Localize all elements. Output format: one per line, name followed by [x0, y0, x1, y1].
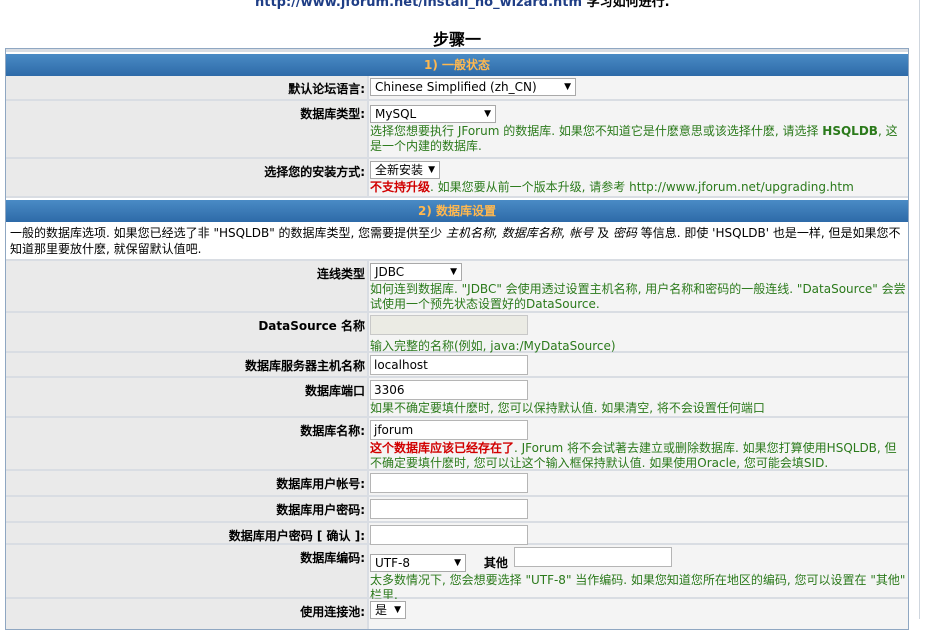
- db-name-help: 这个数据库应该已经存在了. JForum 将不会试著去建立或删除数据库. 如果您…: [370, 441, 908, 471]
- db-user-label: 数据库用户帐号:: [6, 471, 367, 495]
- row-language: 默认论坛语言: Chinese Simplified (zh_CN) ▼: [6, 76, 908, 99]
- connection-pool-cell: 是 ▼: [369, 599, 908, 629]
- chevron-down-icon: ▼: [450, 267, 457, 277]
- datasource-name-cell: 输入完整的名称(例如, java:/MyDataSource): [369, 313, 908, 353]
- install-method-cell: 全新安装 ▼ 不支持升级. 如果您要从前一个版本升级, 请参考 http://ww…: [369, 159, 908, 196]
- database-desc-password: 密码: [612, 226, 637, 240]
- db-host-cell: localhost: [369, 353, 908, 376]
- connection-pool-label: 使用连接池:: [6, 599, 367, 629]
- section-header-database: 2) 数据库设置: [6, 198, 908, 222]
- db-type-cell: MySQL ▼ 选择您想要执行 JForum 的数据库. 如果您不知道它是什麽意思…: [369, 101, 908, 157]
- db-host-input[interactable]: localhost: [370, 355, 528, 375]
- install-method-help: 不支持升级. 如果您要从前一个版本升级, 请参考 http://www.jfor…: [370, 180, 908, 195]
- section-header-general: 1) 一般状态: [6, 52, 908, 76]
- db-name-input[interactable]: jforum: [370, 420, 528, 440]
- db-encoding-select-value: UTF-8: [375, 556, 410, 570]
- db-type-help-text: 选择您想要执行 JForum 的数据库. 如果您不知道它是什麽意思或该选择什麽,…: [370, 124, 823, 138]
- row-db-type: 数据库类型: MySQL ▼ 选择您想要执行 JForum 的数据库. 如果您不知…: [6, 101, 908, 157]
- install-method-help-text: . 如果您要从前一个版本升级, 请参考: [430, 180, 630, 194]
- install-method-label: 选择您的安装方式:: [6, 159, 367, 196]
- db-type-help: 选择您想要执行 JForum 的数据库. 如果您不知道它是什麽意思或该选择什麽,…: [370, 124, 908, 154]
- db-password-confirm-input[interactable]: [370, 525, 528, 545]
- chevron-down-icon: ▼: [484, 109, 491, 119]
- db-name-cell: jforum 这个数据库应该已经存在了. JForum 将不会试著去建立或删除数…: [369, 418, 908, 471]
- connection-pool-select-value: 是: [375, 603, 388, 617]
- chevron-down-icon: ▼: [454, 558, 461, 568]
- db-type-help-hsqldb: HSQLDB: [822, 124, 878, 138]
- db-user-input[interactable]: [370, 473, 528, 493]
- db-host-label: 数据库服务器主机名称: [6, 353, 367, 376]
- db-encoding-other-input[interactable]: [513, 547, 672, 567]
- db-encoding-select[interactable]: UTF-8 ▼: [370, 554, 466, 572]
- db-type-label: 数据库类型:: [6, 101, 367, 157]
- install-doc-link-tail: 学习如何进行.: [586, 0, 670, 10]
- row-db-password: 数据库用户密码:: [6, 497, 908, 521]
- database-desc-text: 一般的数据库选项. 如果您已经选了非 "HSQLDB" 的数据库类型, 您需要提…: [10, 226, 446, 240]
- db-port-cell: 3306 如果不确定要填什麽时, 您可以保持默认值. 如果清空, 将不会设置任何…: [369, 378, 908, 416]
- db-name-warning: 这个数据库应该已经存在了: [370, 441, 515, 455]
- row-db-port: 数据库端口 3306 如果不确定要填什麽时, 您可以保持默认值. 如果清空, 将…: [6, 378, 908, 416]
- row-db-name: 数据库名称: jforum 这个数据库应该已经存在了. JForum 将不会试著…: [6, 418, 908, 471]
- page-right-border: [919, 0, 920, 619]
- db-password-label: 数据库用户密码:: [6, 497, 367, 521]
- datasource-name-label: DataSource 名称: [6, 313, 367, 351]
- row-datasource-name: DataSource 名称 输入完整的名称(例如, java:/MyDataSo…: [6, 313, 908, 353]
- section-header-database-title: 2) 数据库设置: [417, 204, 496, 218]
- datasource-name-input[interactable]: [370, 315, 528, 335]
- language-select-value: Chinese Simplified (zh_CN): [375, 80, 537, 94]
- database-desc-fields: 主机名称, 数据库名称, 帐号: [446, 226, 594, 240]
- db-encoding-other-label: 其他: [483, 556, 508, 570]
- db-password-input[interactable]: [370, 499, 528, 519]
- install-doc-link[interactable]: http://www.jforum.net/install_no_wizard.…: [255, 0, 582, 10]
- db-name-label: 数据库名称:: [6, 418, 367, 469]
- section-header-general-title: 1) 一般状态: [423, 58, 490, 72]
- db-type-select-value: MySQL: [375, 107, 417, 121]
- install-method-select[interactable]: 全新安装 ▼: [370, 161, 440, 179]
- db-port-label: 数据库端口: [6, 378, 367, 416]
- language-label: 默认论坛语言:: [6, 76, 367, 99]
- connection-type-select[interactable]: JDBC ▼: [370, 263, 462, 281]
- db-port-help: 如果不确定要填什麽时, 您可以保持默认值. 如果清空, 将不会设置任何端口: [370, 401, 765, 415]
- step-title: 步骤一: [432, 30, 481, 49]
- db-encoding-label: 数据库编码:: [6, 545, 367, 597]
- row-db-password-confirm: 数据库用户密码 [ 确认 ]:: [6, 523, 908, 545]
- connection-type-label: 连线类型: [6, 261, 367, 311]
- row-install-method: 选择您的安装方式: 全新安装 ▼ 不支持升级. 如果您要从前一个版本升级, 请参考…: [6, 159, 908, 196]
- chevron-down-icon: ▼: [564, 82, 571, 92]
- chevron-down-icon: ▼: [394, 605, 401, 615]
- install-form-table: 1) 一般状态 默认论坛语言: Chinese Simplified (zh_C…: [5, 48, 909, 630]
- row-connection-type: 连线类型 JDBC ▼ 如何连到数据库. "JDBC" 会使用透过设置主机名称, …: [6, 261, 908, 311]
- install-method-select-value: 全新安装: [375, 163, 424, 177]
- db-type-select[interactable]: MySQL ▼: [370, 105, 496, 123]
- datasource-name-help: 输入完整的名称(例如, java:/MyDataSource): [370, 339, 616, 353]
- install-doc-link-line: http://www.jforum.net/install_no_wizard.…: [255, 0, 670, 10]
- connection-type-select-value: JDBC: [375, 265, 405, 279]
- install-method-warning: 不支持升级: [370, 180, 431, 194]
- connection-type-cell: JDBC ▼ 如何连到数据库. "JDBC" 会使用透过设置主机名称, 用户名称和…: [369, 261, 908, 311]
- language-cell: Chinese Simplified (zh_CN) ▼: [369, 76, 908, 99]
- database-settings-description: 一般的数据库选项. 如果您已经选了非 "HSQLDB" 的数据库类型, 您需要提…: [6, 222, 908, 259]
- chevron-down-icon: ▼: [428, 165, 435, 175]
- database-desc-and: 及: [593, 226, 613, 240]
- db-encoding-cell: UTF-8 ▼ 其他 太多数情况下, 您会想要选择 "UTF-8" 当作编码. 如…: [369, 545, 908, 602]
- db-port-input[interactable]: 3306: [370, 380, 528, 400]
- db-password-confirm-label: 数据库用户密码 [ 确认 ]:: [6, 523, 367, 543]
- row-connection-pool: 使用连接池: 是 ▼: [6, 599, 908, 629]
- upgrade-doc-link[interactable]: http://www.jforum.net/upgrading.htm: [629, 180, 854, 194]
- db-user-cell: [369, 471, 908, 495]
- row-db-user: 数据库用户帐号:: [6, 471, 908, 495]
- db-password-cell: [369, 497, 908, 521]
- language-select[interactable]: Chinese Simplified (zh_CN) ▼: [370, 78, 576, 96]
- db-password-confirm-cell: [369, 523, 908, 545]
- connection-pool-select[interactable]: 是 ▼: [370, 601, 406, 619]
- row-db-host: 数据库服务器主机名称 localhost: [6, 353, 908, 376]
- row-db-encoding: 数据库编码: UTF-8 ▼ 其他 太多数情况下, 您会想要选择 "UTF-8" …: [6, 545, 908, 602]
- connection-type-help: 如何连到数据库. "JDBC" 会使用透过设置主机名称, 用户名称和密码的一般连…: [370, 282, 906, 311]
